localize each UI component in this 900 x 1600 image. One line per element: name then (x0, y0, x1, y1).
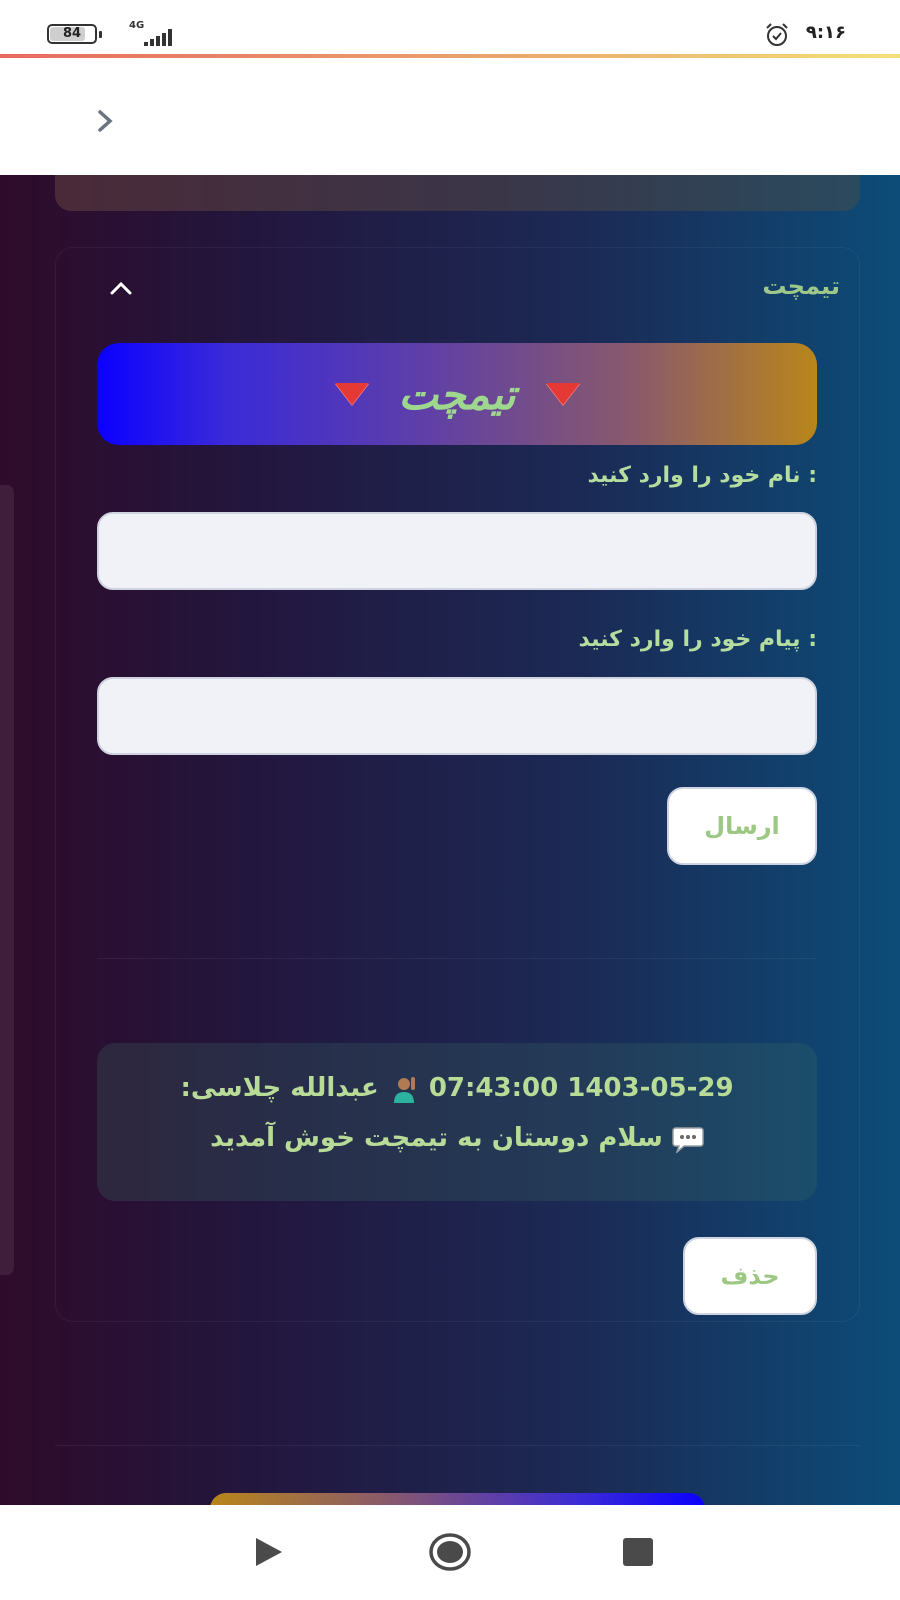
delete-button[interactable]: حذف (683, 1237, 817, 1315)
status-bar: 84 4G ۹:۱۶ (0, 0, 900, 55)
next-banner (210, 1493, 705, 1505)
app-header (0, 58, 900, 175)
raising-hand-icon (393, 1076, 415, 1103)
name-input[interactable] (97, 512, 817, 590)
scrollbar[interactable] (0, 485, 14, 1275)
alarm-icon (766, 23, 788, 46)
name-label: : نام خود را وارد کنید (587, 463, 817, 488)
speech-bubble-icon (672, 1126, 704, 1153)
back-chevron-icon[interactable] (92, 108, 118, 134)
banner-title: تیمچت (398, 369, 516, 419)
nav-home-icon[interactable] (428, 1532, 472, 1572)
message-text: سلام دوستان به تیمچت خوش آمدید (210, 1123, 663, 1153)
nav-recent-icon[interactable] (623, 1538, 653, 1566)
divider (97, 958, 817, 959)
message-date: 1403-05-29 (567, 1073, 734, 1103)
nav-back-icon[interactable] (253, 1535, 285, 1569)
chat-banner: تیمچت (97, 343, 817, 445)
message-item: 1403-05-29 07:43:00 عبدالله چلاسی: سلام … (97, 1043, 817, 1201)
battery-icon: 84 (47, 24, 102, 44)
page-content: تیمچت تیمچت : نام خود را وارد کنید : پیا… (0, 175, 900, 1505)
divider (55, 1445, 860, 1446)
previous-card (55, 175, 860, 211)
triangle-icon (334, 383, 369, 405)
triangle-icon (545, 383, 580, 405)
message-body: سلام دوستان به تیمچت خوش آمدید (117, 1123, 797, 1153)
message-author: عبدالله چلاسی: (180, 1073, 379, 1103)
delete-button-label: حذف (720, 1262, 780, 1290)
send-button-label: ارسال (704, 812, 780, 840)
battery-text: 84 (62, 26, 82, 41)
send-button[interactable]: ارسال (667, 787, 817, 865)
clock: ۹:۱۶ (805, 22, 846, 43)
message-header: 1403-05-29 07:43:00 عبدالله چلاسی: (117, 1073, 797, 1103)
card-title: تیمچت (762, 272, 840, 300)
collapse-chevron-icon[interactable] (108, 279, 134, 297)
system-nav-bar (0, 1505, 900, 1600)
message-input[interactable] (97, 677, 817, 755)
message-label: : پیام خود را وارد کنید (578, 627, 818, 652)
message-time: 07:43:00 (428, 1073, 559, 1103)
signal-icon (124, 28, 172, 46)
